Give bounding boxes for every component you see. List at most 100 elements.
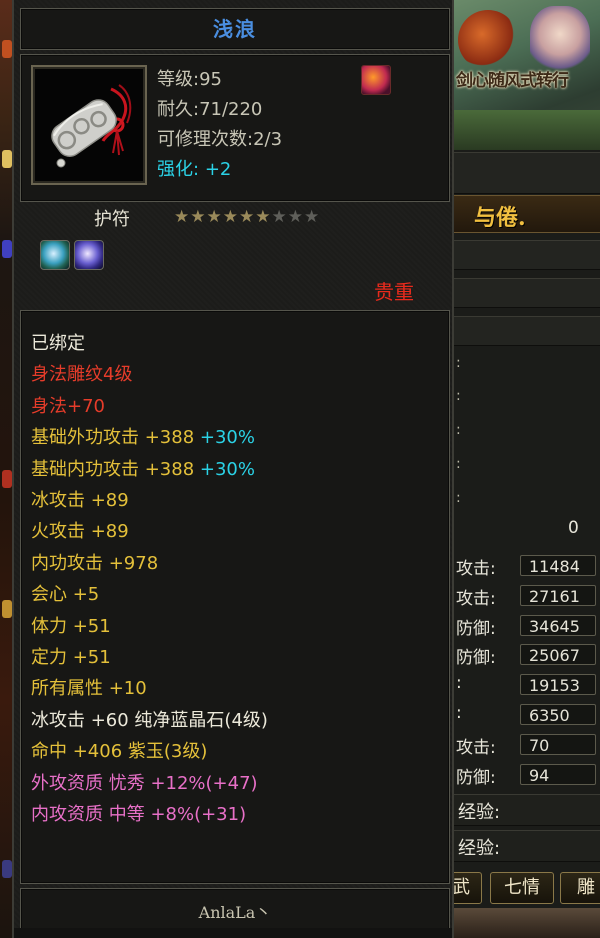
star-filled-icon: ★ [239, 207, 256, 227]
exp-label: 经验: [458, 802, 501, 823]
attribute-text: 内攻资质 中等 +8%(+31) [31, 804, 247, 825]
character-name-bar: 与倦. [450, 195, 600, 233]
tooltip-bottom-edge [14, 928, 452, 938]
attribute-line: 外攻资质 忧秀 +12%(+47) [31, 769, 258, 795]
stat-label: : [456, 673, 462, 694]
ornament-icon [2, 470, 12, 488]
attribute-text: 所有属性 +10 [31, 678, 147, 700]
attribute-text: 冰攻击 +60 纯净蓝晶石(4级) [31, 709, 268, 731]
star-filled-icon: ★ [206, 207, 223, 227]
exp-row: 经验: [450, 794, 600, 826]
attribute-line: 基础内功攻击 +388 +30% [31, 455, 255, 481]
attribute-text: 身法+70 [31, 395, 105, 417]
stat-label: 攻击: [456, 559, 496, 579]
skill-icon [361, 65, 391, 95]
panel-bottom-art [450, 908, 600, 938]
enhance-label: 强化: [157, 159, 200, 180]
stat-label: 防御: [456, 648, 496, 669]
tab-martial[interactable]: 武 [450, 872, 482, 904]
attribute-text: 外攻资质 忧秀 +12%(+47) [31, 772, 258, 794]
item-level: 等级:95 [157, 69, 222, 90]
stat-label: : [456, 703, 462, 723]
ornament-icon [2, 600, 12, 618]
item-name: 浅浪 [213, 17, 257, 41]
item-attributes: 已绑定 身法雕纹4级 身法+70 基础外功攻击 +388 +30% 基础内功攻击 +38… [20, 310, 450, 884]
star-empty-icon: ★ [287, 207, 304, 227]
attribute-text: 已绑定 [31, 333, 85, 354]
event-banner[interactable]: 剑心随风式转行 [450, 0, 600, 150]
attribute-text: 火攻击 +89 [31, 521, 129, 543]
attribute-line: 已绑定 [31, 329, 85, 355]
attribute-text: 身法雕纹4级 [31, 364, 133, 386]
amulet-icon-art [51, 84, 132, 168]
exp-label: 经验: [458, 838, 501, 859]
stat-label: 防御: [456, 618, 496, 639]
row-colon: : [456, 490, 461, 506]
ornament-icon [2, 40, 12, 58]
ornament-icon [2, 860, 12, 878]
stat-value: 19153 [520, 674, 596, 696]
item-info-section: 等级:95 耐久:71/220 可修理次数:2/3 强化: +2 [20, 54, 450, 202]
row-colon: : [456, 388, 461, 404]
item-signature-bar: AnlaLa丶 [20, 888, 450, 930]
stat-value: 25067 [520, 644, 596, 666]
attribute-text: +30% [199, 427, 255, 449]
star-filled-icon: ★ [190, 207, 207, 227]
attribute-line: 冰攻击 +60 纯净蓝晶石(4级) [31, 706, 268, 732]
item-enhance: 强化: +2 [157, 155, 231, 181]
attribute-text: 会心 +5 [31, 584, 100, 606]
attribute-line: 身法+70 [31, 392, 105, 418]
stat-zero-value: 0 [568, 518, 579, 538]
ornament-icon [2, 240, 12, 258]
attribute-line: 命中 +406 紫玉(3级) [31, 737, 207, 763]
stat-label: 防御: [456, 767, 496, 788]
item-rarity: 贵重 [374, 280, 414, 304]
item-durability: 耐久:71/220 [157, 99, 263, 120]
attribute-text: 体力 +51 [31, 615, 111, 637]
character-name: 与倦. [474, 205, 526, 231]
gem-green-icon [40, 240, 70, 270]
row-colon: : [456, 422, 461, 438]
attribute-line: 内攻资质 中等 +8%(+31) [31, 800, 246, 826]
attribute-text: 基础外功攻击 +388 [31, 427, 200, 449]
stat-value: 6350 [520, 704, 596, 725]
panel-bar [450, 240, 600, 270]
star-empty-icon: ★ [304, 207, 321, 227]
ornament-icon [2, 150, 12, 168]
panel-bar [450, 278, 600, 308]
attribute-line: 所有属性 +10 [31, 674, 147, 700]
banner-text: 剑心随风式转行 [456, 71, 569, 91]
panel-bar [450, 316, 600, 346]
attribute-text: 命中 +406 紫玉(3级) [31, 741, 208, 763]
item-repair-count: 可修理次数:2/3 [157, 129, 283, 150]
tab-emotions[interactable]: 七情 [490, 872, 554, 904]
attribute-text: 基础内功攻击 +388 [31, 458, 200, 480]
row-colon: : [456, 456, 461, 472]
attribute-text: +30% [199, 458, 255, 480]
attribute-line: 冰攻击 +89 [31, 486, 129, 512]
stat-value: 34645 [520, 614, 596, 636]
stat-value: 70 [520, 733, 596, 755]
attribute-line: 定力 +51 [31, 643, 111, 669]
stat-value: 27161 [520, 584, 596, 606]
attribute-line: 会心 +5 [31, 580, 99, 606]
stat-label: 攻击: [456, 737, 496, 758]
attribute-text: 定力 +51 [31, 647, 111, 668]
item-tooltip: 浅浪 等级:95 耐久:71/220 可修理次数:2/3 强化: +2 护符 ★… [12, 0, 454, 938]
item-signature: AnlaLa丶 [198, 903, 272, 922]
enhance-value: +2 [204, 159, 232, 180]
tab-carving[interactable]: 雕 [560, 872, 600, 904]
attribute-line: 火攻击 +89 [31, 517, 129, 543]
star-empty-icon: ★ [271, 207, 288, 227]
character-panel: 剑心随风式转行 与倦. : : : : : 0 攻击: 11484 攻击: 27161… [450, 0, 600, 938]
star-filled-icon: ★ [222, 207, 239, 227]
panel-bar [450, 152, 600, 194]
banner-ground [450, 110, 600, 150]
gem-purple-icon [74, 240, 104, 270]
exp-row: 经验: [450, 830, 600, 862]
star-filled-icon: ★ [174, 207, 191, 227]
attribute-line: 体力 +51 [31, 612, 111, 638]
amulet-icon [31, 65, 147, 185]
attribute-line: 基础外功攻击 +388 +30% [31, 423, 255, 449]
attribute-line: 内功攻击 +978 [31, 549, 158, 575]
